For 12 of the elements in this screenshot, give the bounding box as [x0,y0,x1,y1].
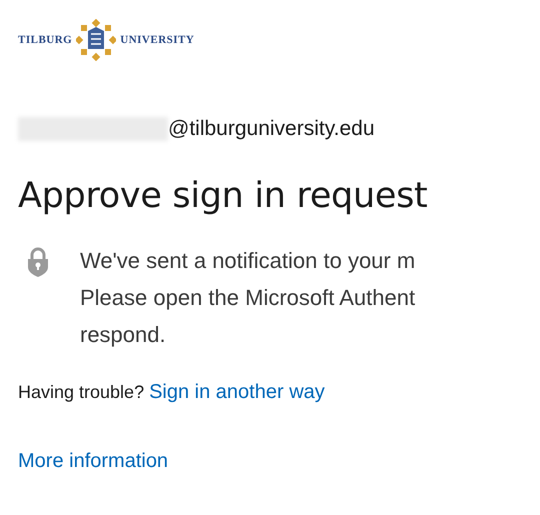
message-text: respond. [80,321,167,349]
logo-text: UNIVERSITY [120,34,194,46]
lock-icon [26,247,50,277]
trouble-text: Having trouble? [18,382,144,403]
message-text: We've sent a notification to your m [80,247,416,275]
sign-in-another-way-link[interactable]: Sign in another way [149,381,325,404]
more-information-link[interactable]: More information [18,450,168,472]
logo-text: TILBURG [18,34,72,46]
message-text: Please open the Microsoft Authent [80,284,416,312]
account-email: @tilburguniversity.edu [168,117,375,141]
page-title: Approve sign in request [18,176,428,216]
emblem-icon [76,19,116,61]
